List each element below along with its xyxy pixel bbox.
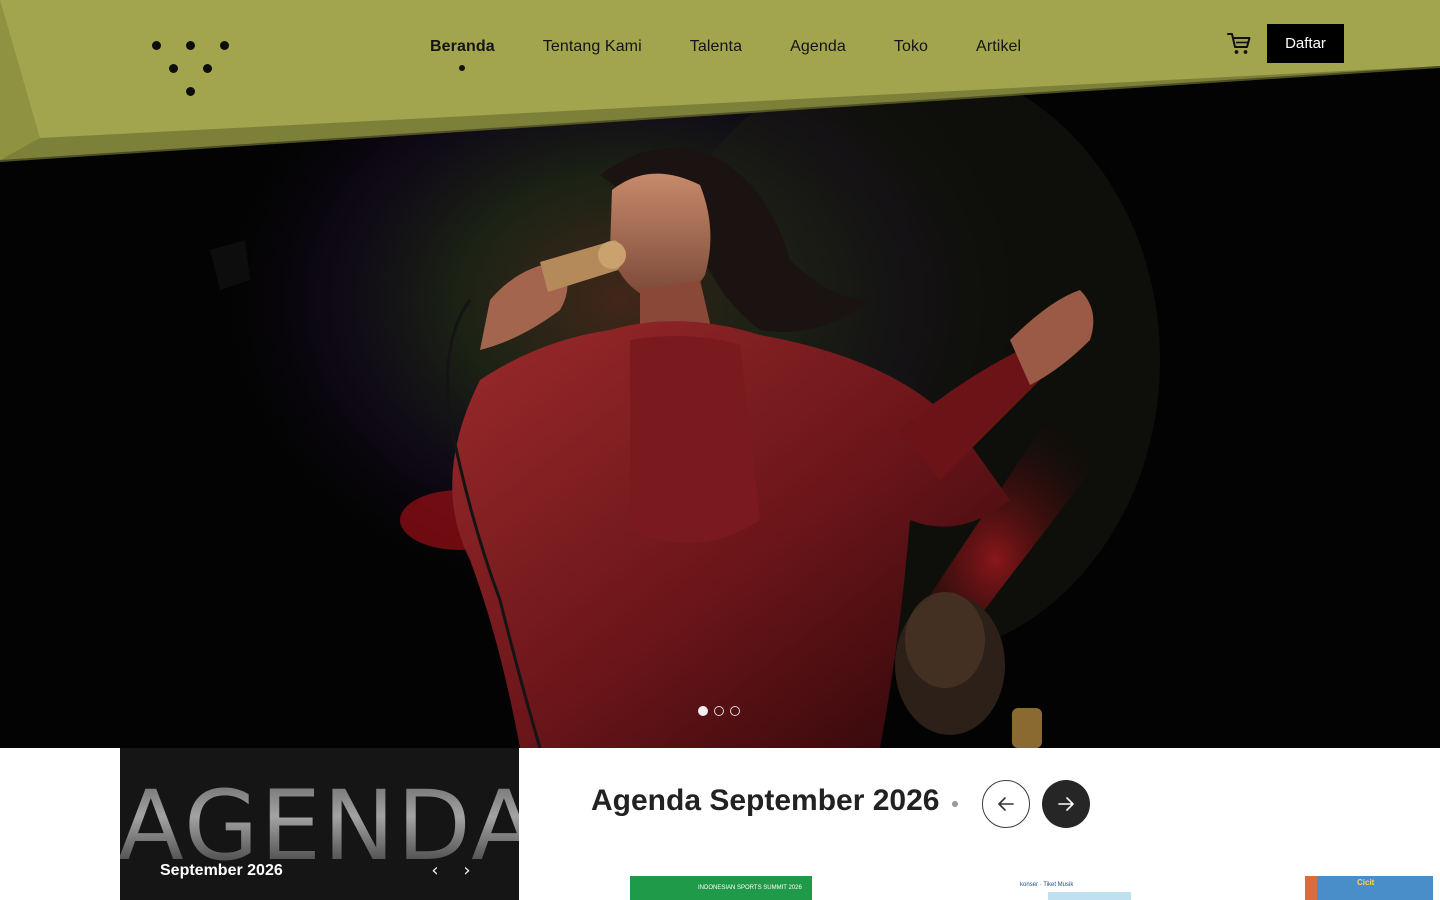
hero-image: [0, 0, 1440, 748]
event-thumbnail-1[interactable]: INDONESIAN SPORTS SUMMIT 2026: [630, 876, 812, 900]
nav-item-agenda[interactable]: Agenda: [774, 38, 862, 56]
event-thumbnail-3[interactable]: Cicit: [1305, 876, 1433, 900]
event-thumbnail-2-text: konser · Tiket Musik: [1020, 882, 1074, 888]
carousel-indicators: [698, 706, 740, 716]
carousel-dot-2[interactable]: [714, 706, 724, 716]
event-thumbnail-3-graphic: [1305, 876, 1317, 900]
dots-logo-icon[interactable]: [148, 36, 234, 98]
card-prev-month-button[interactable]: ‹: [425, 860, 445, 882]
agenda-next-button[interactable]: [1042, 780, 1090, 828]
agenda-prev-button[interactable]: [982, 780, 1030, 828]
nav-item-toko[interactable]: Toko: [878, 38, 944, 56]
carousel-dot-1[interactable]: [698, 706, 708, 716]
event-thumbnail-2-graphic: [1048, 892, 1131, 900]
heading-separator-dot: [952, 801, 958, 807]
agenda-heading: Agenda September 2026: [591, 784, 940, 818]
nav-item-artikel[interactable]: Artikel: [960, 38, 1037, 56]
agenda-heading-prefix: Agenda: [591, 784, 702, 817]
main-navigation: Beranda Tentang Kami Talenta Agenda Toko…: [414, 32, 1053, 71]
event-thumbnail-3-text: Cicit: [1357, 878, 1375, 887]
event-thumbnail-1-text: INDONESIAN SPORTS SUMMIT 2026: [698, 885, 802, 891]
carousel-dot-3[interactable]: [730, 706, 740, 716]
nav-item-beranda[interactable]: Beranda: [414, 38, 511, 71]
shopping-cart-icon[interactable]: [1226, 32, 1252, 56]
nav-item-tentang-kami[interactable]: Tentang Kami: [527, 38, 658, 56]
card-next-month-button[interactable]: ›: [457, 860, 477, 882]
arrow-left-icon: [998, 797, 1014, 811]
event-thumbnail-2[interactable]: konser · Tiket Musik: [1018, 876, 1131, 900]
agenda-heading-month: September 2026: [709, 784, 940, 817]
hero-carousel: [0, 0, 1440, 748]
arrow-right-icon: [1058, 797, 1074, 811]
agenda-card-month: September 2026: [160, 862, 283, 879]
nav-item-talenta[interactable]: Talenta: [674, 38, 758, 56]
register-button[interactable]: Daftar: [1267, 24, 1344, 63]
